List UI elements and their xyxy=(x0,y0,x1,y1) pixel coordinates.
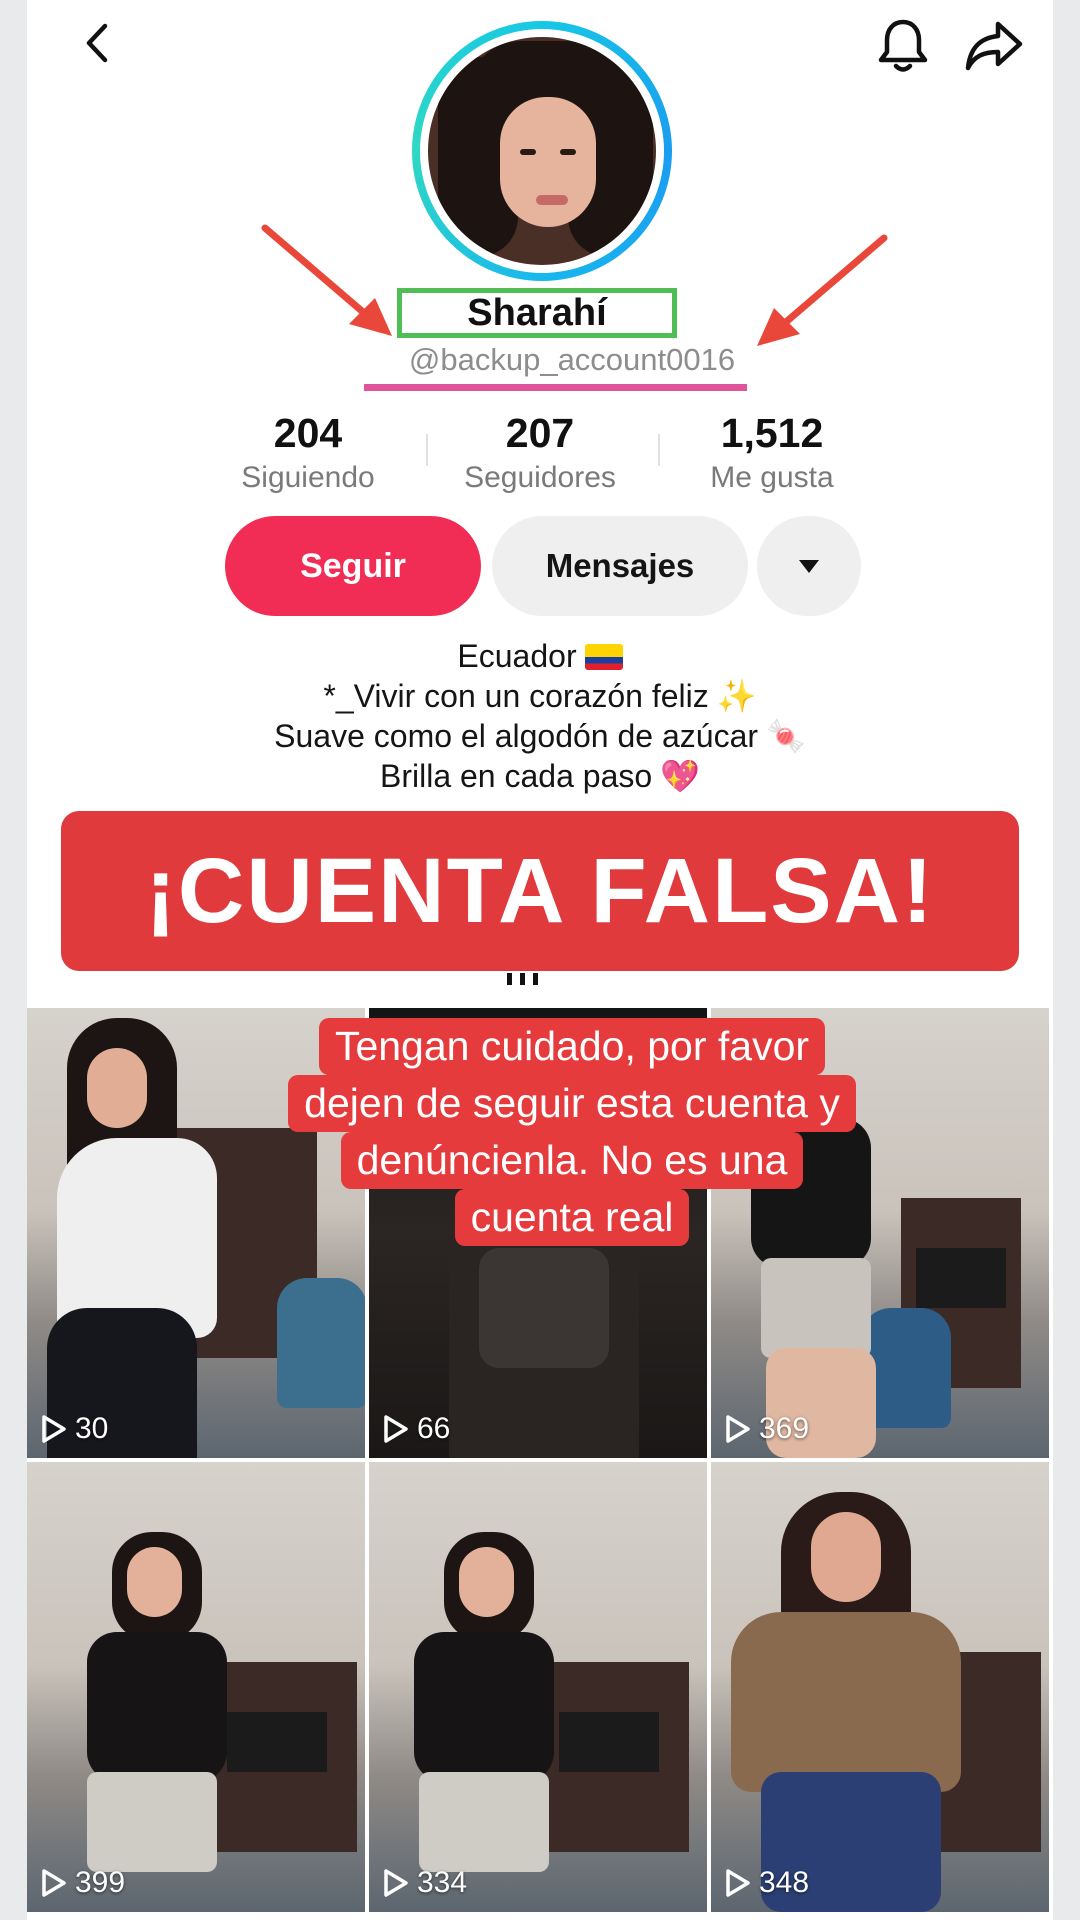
back-button[interactable] xyxy=(75,18,125,68)
profile-bio: Ecuador *_Vivir con un corazón feliz ✨ Su… xyxy=(147,636,933,796)
display-name: Sharahí xyxy=(467,291,607,334)
bio-line: Brilla en cada paso 💖 xyxy=(379,758,700,794)
stat-value: 1,512 xyxy=(720,410,824,456)
stat-label: Seguidores xyxy=(464,461,616,494)
fake-account-banner-text: ¡CUENTA FALSA! xyxy=(145,839,935,942)
bio-line: Suave como el algodón de azúcar 🍬 xyxy=(274,718,806,754)
stat-value: 207 xyxy=(505,410,575,456)
display-name-highlight: Sharahí xyxy=(397,288,677,338)
play-icon xyxy=(42,1869,66,1897)
annotation-arrow-left-icon xyxy=(261,224,392,336)
view-count: 348 xyxy=(725,1866,809,1900)
video-thumbnail[interactable]: 348 xyxy=(711,1462,1049,1912)
stat-label: Siguiendo xyxy=(241,461,375,494)
play-icon xyxy=(726,1869,750,1897)
bio-line: Ecuador xyxy=(147,636,933,676)
username: @backup_account0016 xyxy=(408,342,736,377)
play-icon xyxy=(384,1415,408,1443)
sparkling-heart-icon: 💖 xyxy=(660,758,700,794)
warning-line: cuenta real xyxy=(454,1189,690,1246)
video-thumbnail[interactable]: 399 xyxy=(27,1462,365,1912)
follow-button[interactable]: Seguir xyxy=(225,516,481,616)
profile-screen: Sharahí @backup_account0016 204 Siguiend… xyxy=(27,0,1053,1920)
avatar-story-ring[interactable] xyxy=(412,21,672,281)
view-count: 66 xyxy=(383,1412,450,1446)
view-count: 334 xyxy=(383,1866,467,1900)
stat-followers[interactable]: 207 Seguidores xyxy=(430,410,650,495)
share-arrow-icon xyxy=(965,21,1023,71)
message-button[interactable]: Mensajes xyxy=(492,516,748,616)
share-button[interactable] xyxy=(964,18,1024,74)
view-count: 30 xyxy=(41,1412,108,1446)
notifications-button[interactable] xyxy=(875,16,931,76)
warning-line: Tengan cuidado, por favor xyxy=(318,1018,826,1075)
play-icon xyxy=(726,1415,750,1443)
ecuador-flag-icon xyxy=(584,644,623,670)
video-thumbnail[interactable]: 334 xyxy=(369,1462,707,1912)
bell-icon xyxy=(878,19,928,72)
stat-likes[interactable]: 1,512 Me gusta xyxy=(662,410,882,495)
grid-tab-icon[interactable] xyxy=(507,972,567,985)
stat-divider xyxy=(658,434,660,466)
play-icon xyxy=(42,1415,66,1443)
bio-line: *_Vivir con un corazón feliz ✨ xyxy=(323,678,757,714)
more-options-button[interactable] xyxy=(757,516,861,616)
stat-label: Me gusta xyxy=(710,461,834,494)
stat-value: 204 xyxy=(273,410,343,456)
view-count: 399 xyxy=(41,1866,125,1900)
stat-divider xyxy=(426,434,428,466)
chevron-left-icon xyxy=(86,23,108,63)
warning-line: denúncienla. No es una xyxy=(340,1132,804,1189)
warning-line: dejen de seguir esta cuenta y xyxy=(288,1075,856,1132)
view-count: 369 xyxy=(725,1412,809,1446)
username-underline xyxy=(364,384,747,391)
warning-caption: Tengan cuidado, por favor dejen de segui… xyxy=(227,1018,917,1246)
annotation-arrow-right-icon xyxy=(757,234,888,346)
play-icon xyxy=(384,1869,408,1897)
sparkles-icon: ✨ xyxy=(716,678,757,714)
caret-down-icon xyxy=(799,559,819,573)
candy-icon: 🍬 xyxy=(766,718,806,754)
avatar xyxy=(428,37,656,265)
fake-account-banner: ¡CUENTA FALSA! xyxy=(61,811,1019,971)
stat-following[interactable]: 204 Siguiendo xyxy=(198,410,418,495)
